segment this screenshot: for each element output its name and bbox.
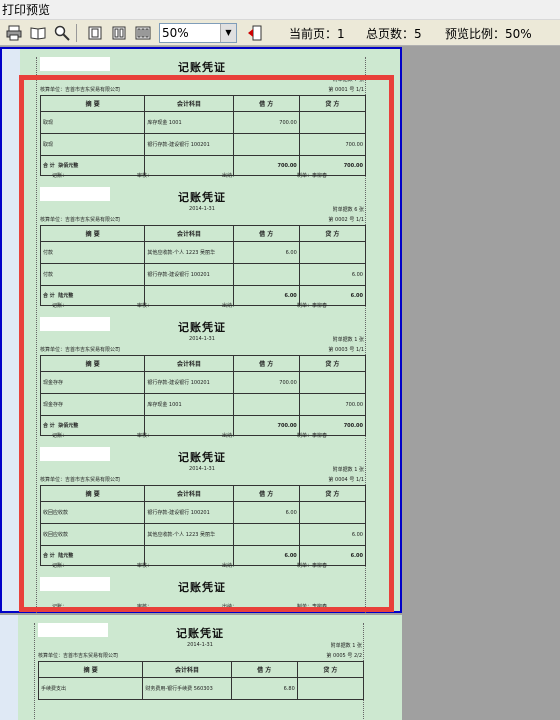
current-page-label: 当前页：1 [289,27,345,41]
voucher-table: 摘 要会计科目借 方贷 方 收回应收款 银行存款-建设银行 100201 6.00 … [39,485,367,566]
zoom-select[interactable]: 50% ▼ [159,22,237,43]
toolbar-separator [76,23,77,42]
page-1: 记账凭证 2014-1-31 核算单位：吉首市吉东贸易有限公司 附单据数 7 张… [0,47,402,613]
total-pages-label: 总页数：5 [366,27,422,41]
table-row: 现金存存 库存现金 1001 700.00 [39,393,367,416]
voucher-date: 2014-1-31 [189,466,215,472]
multi-pages-icon[interactable] [133,23,153,43]
print-icon[interactable] [4,23,24,43]
table-row: 取现 银行存款-建设银行 100201 700.00 [39,133,367,156]
voucher-title: 记账凭证 [178,581,226,594]
voucher-table: 摘 要会计科目借 方贷 方 现金存存 银行存款-建设银行 100201 700.00… [39,355,367,436]
voucher-date: 2014-1-31 [189,206,215,212]
voucher-unit: 核算单位：吉首市吉东贸易有限公司 [40,347,121,353]
voucher-footer: 记账： 审核： 出纳： 制单：李柳春 [52,433,328,439]
table-row: 收回应收款 银行存款-建设银行 100201 6.00 [39,501,367,524]
table-row: 现金存存 银行存款-建设银行 100201 700.00 [39,371,367,394]
voucher-title: 记账凭证 [178,191,226,204]
voucher-1: 记账凭证 2014-1-31 核算单位：吉首市吉东贸易有限公司 附单据数 7 张… [38,55,367,179]
voucher-footer: 记账： 审核： 出纳： 制单：李柳春 [52,173,328,179]
toolbar: 50% ▼ 当前页：1 总页数：5 预览比例：50% [0,20,560,46]
voucher-attach-info: 附单据数 1 张 第 0003 号 1/1 [328,337,364,353]
voucher-table: 摘 要会计科目借 方贷 方 手续费支出 财务费用-银行手续费 560303 6.80 [37,661,365,700]
voucher-unit: 核算单位：吉首市吉东贸易有限公司 [40,477,121,483]
one-page-icon[interactable] [85,23,105,43]
voucher-attach-info: 附单据数 1 张 第 0005 号 2/2 [326,643,362,659]
voucher-unit: 核算单位：吉首市吉东贸易有限公司 [40,87,121,93]
window-title: 打印预览 [0,0,560,20]
table-row: 手续费支出 财务费用-银行手续费 560303 6.80 [37,677,365,700]
table-row: 付款 银行存款-建设银行 100201 6.00 [39,263,367,286]
two-pages-icon[interactable] [109,23,129,43]
voucher-title: 记账凭证 [176,627,224,640]
zoom-glass-icon[interactable] [52,23,72,43]
voucher-title: 记账凭证 [178,321,226,334]
voucher-3: 记账凭证 2014-1-31 核算单位：吉首市吉东贸易有限公司 附单据数 1 张… [38,315,367,439]
voucher-title: 记账凭证 [178,61,226,74]
page-margin-strip [2,49,20,611]
voucher-attach-info: 附单据数 7 张 第 0001 号 1/1 [328,77,364,93]
voucher-date: 2014-1-31 [187,642,213,648]
voucher-unit: 核算单位：吉首市吉东贸易有限公司 [38,653,119,659]
preview-ratio-label: 预览比例：50% [445,27,532,41]
zoom-value: 50% [162,25,189,40]
close-preview-icon[interactable] [245,23,265,43]
voucher-footer: 记账： 审核： 出纳： 制单：李柳春 [52,563,328,569]
voucher-date: 2014-1-31 [189,336,215,342]
voucher-attach-info: 附单据数 1 张 第 0004 号 1/1 [328,467,364,483]
voucher-date: 2014-1-31 [189,76,215,82]
voucher-table: 摘 要会计科目借 方贷 方 付款 其他应收款-个人 1223 吴丽华 6.00 付款… [39,225,367,306]
voucher-footer: 记账： 审核： 出纳： 制单：李柳春 [52,303,328,309]
voucher-attach-info: 附单据数 6 张 第 0002 号 1/1 [328,207,364,223]
page-margin-strip [0,615,18,720]
page-2: 记账凭证 2014-1-31 核算单位：吉首市吉东贸易有限公司 附单据数 1 张… [0,615,402,720]
table-row: 付款 其他应收款-个人 1223 吴丽华 6.00 [39,241,367,264]
voucher-table: 摘 要会计科目借 方贷 方 取现 库存现金 1001 700.00 取现 银行存款-建… [39,95,367,176]
voucher-5: 记账凭证 2014-1-31 核算单位：吉首市吉东贸易有限公司 附单据数 1 张… [36,621,365,700]
preview-area[interactable]: 记账凭证 2014-1-31 核算单位：吉首市吉东贸易有限公司 附单据数 7 张… [0,47,560,720]
voucher-4: 记账凭证 2014-1-31 核算单位：吉首市吉东贸易有限公司 附单据数 1 张… [38,445,367,569]
voucher-title: 记账凭证 [178,451,226,464]
table-row: 收回应收款 其他应收款-个人 1223 吴丽华 6.00 [39,523,367,546]
book-icon[interactable] [28,23,48,43]
voucher-2: 记账凭证 2014-1-31 核算单位：吉首市吉东贸易有限公司 附单据数 6 张… [38,185,367,309]
voucher-footer: 记账： 审核： 出纳： 制单：李柳春 [52,604,328,610]
voucher-unit: 核算单位：吉首市吉东贸易有限公司 [40,217,121,223]
table-row: 取现 库存现金 1001 700.00 [39,111,367,134]
chevron-down-icon[interactable]: ▼ [220,23,236,42]
